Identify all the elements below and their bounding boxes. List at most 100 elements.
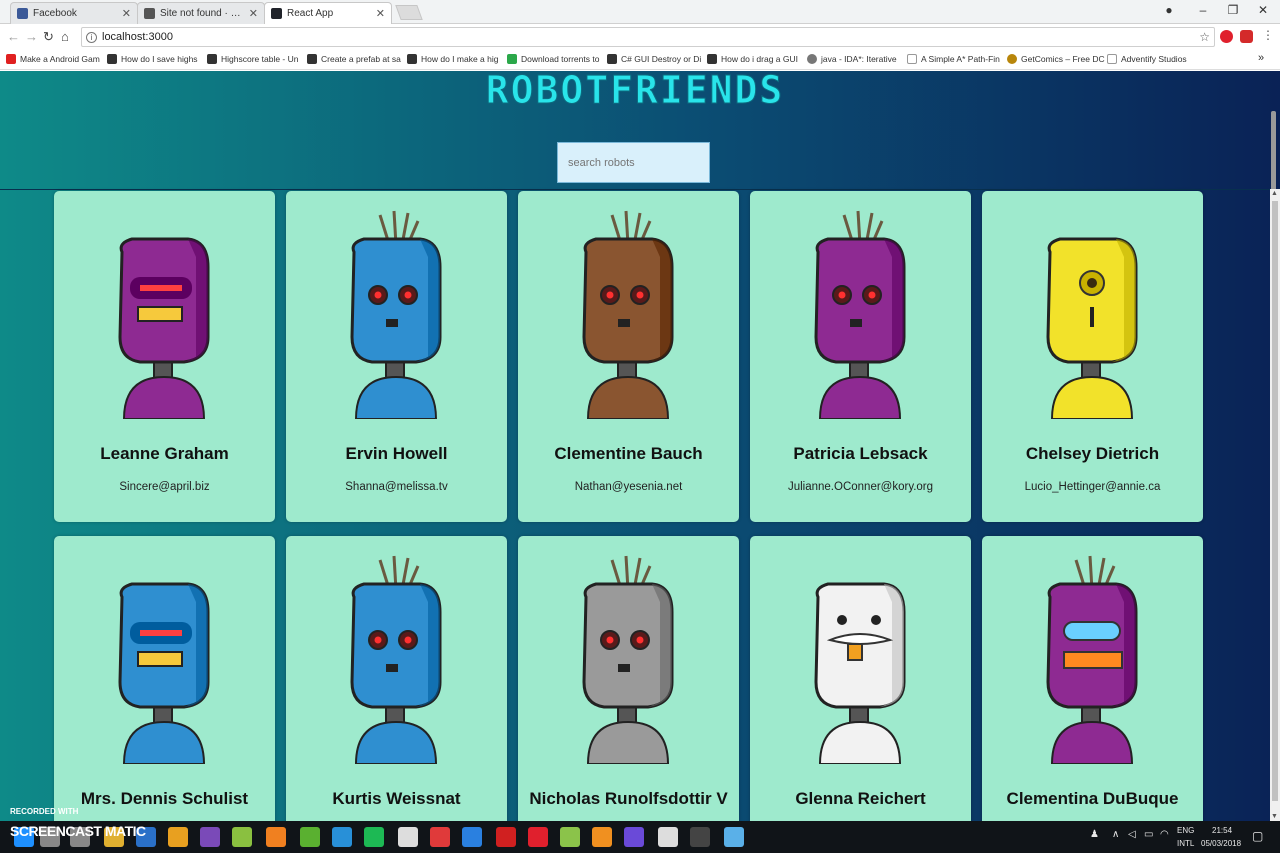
robot-name: Chelsey Dietrich bbox=[1025, 444, 1160, 463]
bookmark-label: How do I save highs bbox=[121, 54, 198, 64]
address-bar[interactable]: i localhost:3000 ☆ bbox=[81, 27, 1215, 47]
bookmark-item[interactable]: Download torrents to bbox=[507, 54, 599, 64]
bookmarks-overflow-icon[interactable]: » bbox=[1258, 52, 1264, 64]
scrollbar-thumb[interactable] bbox=[1272, 201, 1278, 801]
page-icon bbox=[907, 54, 917, 64]
opera-icon[interactable] bbox=[528, 827, 548, 847]
minimize-icon[interactable]: – bbox=[1194, 3, 1212, 17]
facebook-icon bbox=[17, 8, 28, 19]
photos-icon[interactable] bbox=[658, 827, 678, 847]
language-indicator[interactable]: ENG bbox=[1177, 826, 1194, 835]
profile-icon[interactable]: ● bbox=[1160, 3, 1178, 17]
tab-title: React App bbox=[287, 8, 334, 19]
bookmark-item[interactable]: How do i drag a GUI bbox=[707, 54, 798, 64]
restore-icon[interactable]: ❐ bbox=[1224, 3, 1242, 17]
media-icon[interactable] bbox=[332, 827, 352, 847]
robot-card[interactable]: Glenna Reichert bbox=[750, 536, 971, 821]
globe-icon bbox=[807, 54, 817, 64]
close-icon[interactable]: ✕ bbox=[376, 7, 385, 20]
robot-card[interactable]: Leanne Graham Sincere@april.biz bbox=[54, 191, 275, 522]
visual-studio-icon[interactable] bbox=[200, 827, 220, 847]
volume-icon[interactable]: ◁ bbox=[1128, 829, 1136, 840]
bookmark-item[interactable]: A Simple A* Path-Fin bbox=[907, 54, 1000, 64]
search-input[interactable] bbox=[557, 142, 710, 183]
new-tab-button[interactable] bbox=[395, 5, 423, 20]
tray-chevron-icon[interactable]: ∧ bbox=[1112, 829, 1119, 840]
bookmark-item[interactable]: Adventify Studios bbox=[1107, 54, 1187, 64]
clock-date[interactable]: 05/03/2018 bbox=[1201, 839, 1241, 848]
terminal-icon[interactable] bbox=[690, 827, 710, 847]
bookmark-item[interactable]: How do I make a hig bbox=[407, 54, 498, 64]
close-icon[interactable]: ✕ bbox=[249, 7, 258, 20]
unity-icon bbox=[307, 54, 317, 64]
tab-github[interactable]: Site not found · GitHub P ✕ bbox=[137, 2, 265, 24]
forward-icon[interactable]: → bbox=[25, 29, 38, 44]
scroll-up-icon[interactable]: ▲ bbox=[1271, 190, 1278, 197]
people-icon[interactable]: ♟ bbox=[1090, 829, 1099, 840]
info-icon[interactable]: i bbox=[86, 31, 97, 43]
bookmark-item[interactable]: java - IDA*: Iterative bbox=[807, 54, 897, 64]
bookmark-item[interactable]: Highscore table - Un bbox=[207, 54, 298, 64]
robot-card[interactable]: Patricia Lebsack Julianne.OConner@kory.or… bbox=[750, 191, 971, 522]
robot-card[interactable]: Chelsey Dietrich Lucio_Hettinger@annie.ca bbox=[982, 191, 1203, 522]
close-window-icon[interactable]: ✕ bbox=[1254, 3, 1272, 17]
battery-icon[interactable]: ▭ bbox=[1144, 829, 1153, 840]
card-list[interactable]: Leanne Graham Sincere@april.biz Ervin How… bbox=[0, 189, 1270, 821]
star-icon[interactable]: ☆ bbox=[1199, 30, 1210, 44]
wifi-icon[interactable]: ◠ bbox=[1160, 829, 1169, 840]
card-list-scrollbar[interactable]: ▲ ▼ bbox=[1270, 189, 1280, 821]
bookmark-label: A Simple A* Path-Fin bbox=[921, 54, 1000, 64]
robot-email: Nathan@yesenia.net bbox=[574, 481, 683, 493]
spotify-icon[interactable] bbox=[364, 827, 384, 847]
menu-icon[interactable]: ⋮ bbox=[1262, 28, 1275, 42]
unity-icon bbox=[607, 54, 617, 64]
bookmark-item[interactable]: How do I save highs bbox=[107, 54, 198, 64]
youtube-extension-icon[interactable] bbox=[1240, 30, 1253, 43]
maps-icon[interactable] bbox=[462, 827, 482, 847]
sublime-icon[interactable] bbox=[592, 827, 612, 847]
page-scrollbar-thumb[interactable] bbox=[1271, 111, 1276, 201]
opera-icon[interactable] bbox=[1220, 30, 1233, 43]
notepad-icon[interactable] bbox=[232, 827, 252, 847]
url-text: localhost:3000 bbox=[102, 31, 173, 43]
robot-card[interactable]: Kurtis Weissnat bbox=[286, 536, 507, 821]
android-icon[interactable] bbox=[560, 827, 580, 847]
bookmark-item[interactable]: C# GUI Destroy or Di bbox=[607, 54, 701, 64]
clock-time[interactable]: 21:54 bbox=[1212, 826, 1232, 835]
scroll-down-icon[interactable]: ▼ bbox=[1271, 813, 1278, 820]
robot-card[interactable]: Clementina DuBuque bbox=[982, 536, 1203, 821]
chrome-icon[interactable] bbox=[168, 827, 188, 847]
bookmark-item[interactable]: Make a Android Gam bbox=[6, 54, 100, 64]
utorrent-icon[interactable] bbox=[300, 827, 320, 847]
home-icon[interactable]: ⌂ bbox=[61, 29, 69, 44]
blender-icon[interactable] bbox=[266, 827, 286, 847]
reload-icon[interactable]: ↻ bbox=[43, 29, 54, 45]
page-content: ROBOTFRIENDS Leanne Graham Sincere@april.… bbox=[0, 71, 1280, 821]
page-icon bbox=[1107, 54, 1117, 64]
bookmark-item[interactable]: GetComics – Free DC bbox=[1007, 54, 1105, 64]
app-icon[interactable] bbox=[430, 827, 450, 847]
robot-name: Glenna Reichert bbox=[795, 789, 926, 808]
bookmark-label: How do i drag a GUI bbox=[721, 54, 799, 64]
bookmark-item[interactable]: Create a prefab at sa bbox=[307, 54, 401, 64]
pdf-icon[interactable] bbox=[496, 827, 516, 847]
obs-icon[interactable] bbox=[624, 827, 644, 847]
robot-card[interactable]: Nicholas Runolfsdottir V bbox=[518, 536, 739, 821]
back-icon[interactable]: ← bbox=[7, 29, 20, 44]
unity-icon[interactable] bbox=[398, 827, 418, 847]
robot-card[interactable]: Mrs. Dennis Schulist bbox=[54, 536, 275, 821]
notifications-icon[interactable]: ▢ bbox=[1252, 829, 1263, 843]
cortana-icon[interactable] bbox=[724, 827, 744, 847]
robot-email: Julianne.OConner@kory.org bbox=[787, 481, 934, 493]
keyboard-layout[interactable]: INTL bbox=[1177, 839, 1194, 848]
recorder-watermark-line1: RECORDED WITH bbox=[10, 807, 79, 816]
tab-facebook[interactable]: Facebook ✕ bbox=[10, 2, 138, 24]
robot-avatar-icon bbox=[1046, 555, 1138, 764]
close-icon[interactable]: ✕ bbox=[122, 7, 131, 20]
robot-name: Nicholas Runolfsdottir V bbox=[529, 789, 728, 808]
tab-react-app[interactable]: React App ✕ bbox=[264, 2, 392, 24]
robot-card[interactable]: Ervin Howell Shanna@melissa.tv bbox=[286, 191, 507, 522]
youtube-icon bbox=[6, 54, 16, 64]
robot-card[interactable]: Clementine Bauch Nathan@yesenia.net bbox=[518, 191, 739, 522]
robot-name: Clementine Bauch bbox=[554, 444, 703, 463]
